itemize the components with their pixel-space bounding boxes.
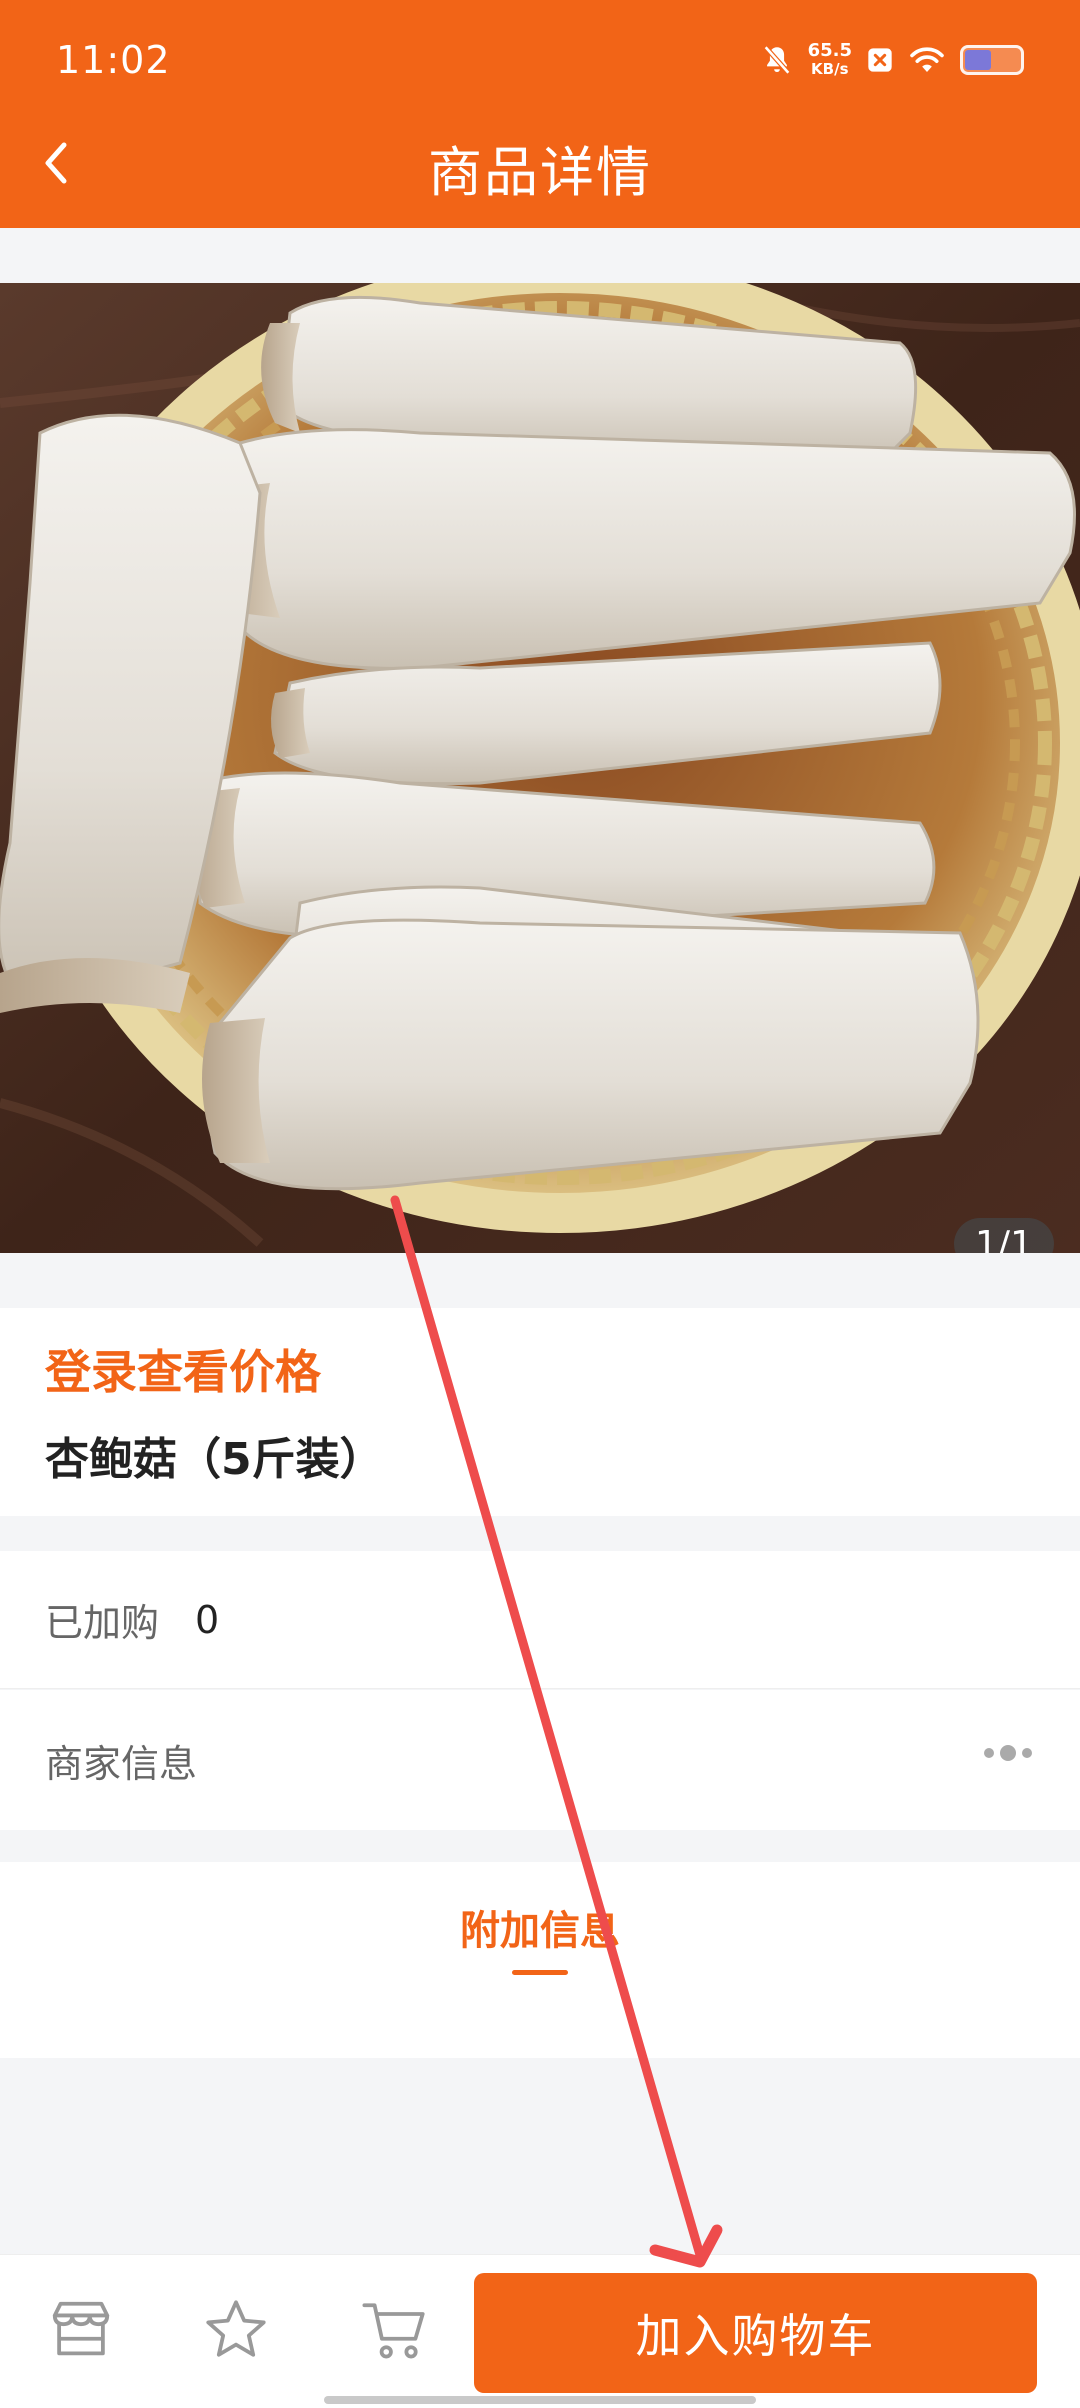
network-speed: 65.5 KB/s — [807, 40, 852, 79]
product-name: 杏鲍菇（5斤装） — [45, 1434, 384, 1485]
network-speed-unit: KB/s — [811, 60, 849, 78]
star-icon[interactable] — [201, 2295, 271, 2365]
product-image — [0, 283, 1080, 1253]
product-detail-screen: 11:02 65.5 KB/s 商品详情 1/1 登录查看价格 杏鲍菇（5斤装）… — [0, 0, 1080, 2408]
status-icons: 65.5 KB/s — [760, 42, 1024, 78]
tab-active-indicator — [512, 1970, 568, 1975]
image-counter: 1/1 — [954, 1218, 1054, 1253]
added-count: 0 — [195, 1597, 220, 1642]
cart-icon[interactable] — [360, 2295, 430, 2365]
tab-extra-info[interactable]: 附加信息 — [0, 1898, 1080, 1956]
network-speed-value: 65.5 — [807, 40, 852, 61]
login-to-view-price[interactable]: 登录查看价格 — [45, 1336, 321, 1402]
battery-level — [965, 50, 991, 70]
more-dot — [984, 1748, 994, 1758]
battery-icon — [960, 45, 1024, 75]
page-title: 商品详情 — [428, 141, 652, 204]
status-time: 11:02 — [56, 38, 171, 82]
bottom-action-bar: 加入购物车 — [0, 2254, 1080, 2408]
more-dot — [1000, 1745, 1016, 1761]
merchant-label: 商家信息 — [45, 1741, 198, 1786]
wifi-icon — [910, 47, 944, 72]
merchant-info-row[interactable]: 商家信息 — [0, 1690, 1080, 1830]
added-label: 已加购 — [45, 1601, 160, 1645]
mute-bell-icon — [763, 45, 790, 75]
home-indicator[interactable] — [324, 2396, 756, 2404]
more-icon[interactable] — [984, 1745, 1032, 1761]
added-to-cart-row: 已加购 0 — [0, 1551, 1080, 1689]
add-to-cart-button[interactable]: 加入购物车 — [474, 2273, 1037, 2393]
product-info-card: 登录查看价格 杏鲍菇（5斤装） — [0, 1308, 1080, 1516]
product-image-gallery[interactable]: 1/1 — [0, 283, 1080, 1253]
extra-info-section: 附加信息 — [0, 1862, 1080, 2058]
app-header: 11:02 65.5 KB/s 商品详情 — [0, 0, 1080, 228]
store-icon[interactable] — [46, 2295, 116, 2365]
close-box-icon — [868, 48, 892, 72]
more-dot — [1022, 1748, 1032, 1758]
